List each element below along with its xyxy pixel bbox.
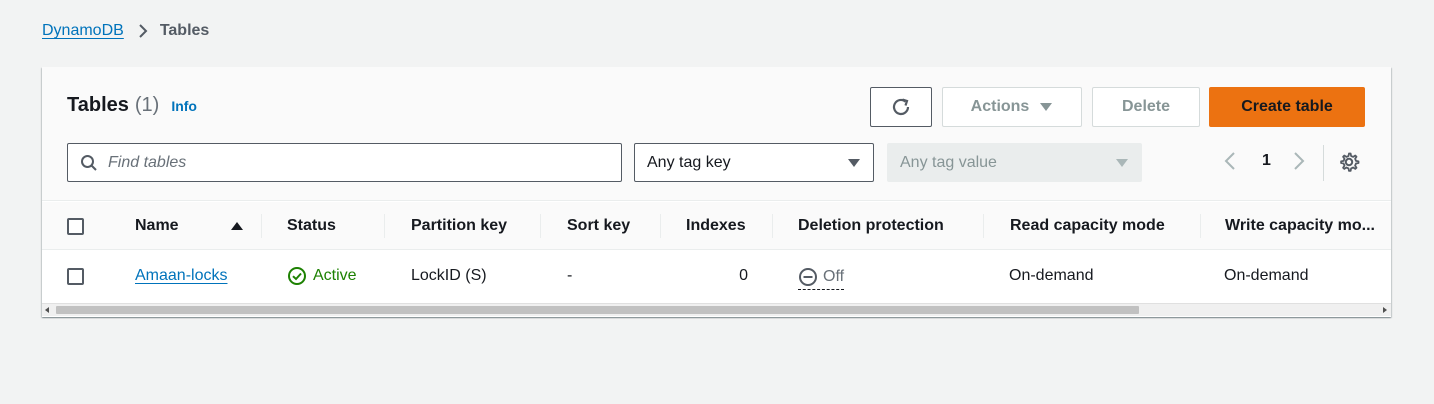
column-header-partition-key[interactable]: Partition key xyxy=(411,202,507,250)
column-divider[interactable] xyxy=(660,214,661,238)
scrollbar-thumb[interactable] xyxy=(56,306,1139,314)
chevron-right-icon xyxy=(138,23,148,39)
create-table-button[interactable]: Create table xyxy=(1209,87,1365,127)
horizontal-scrollbar[interactable] xyxy=(42,303,1391,316)
table-row: Amaan-locks Active LockID (S) - 0 Off On… xyxy=(42,251,1391,301)
column-divider[interactable] xyxy=(540,214,541,238)
breadcrumb-current: Tables xyxy=(159,22,210,39)
column-header-name[interactable]: Name xyxy=(135,202,179,250)
caret-down-icon xyxy=(1039,102,1053,112)
status-badge: Active xyxy=(287,266,357,286)
column-header-indexes[interactable]: Indexes xyxy=(686,202,746,250)
scroll-left-icon[interactable] xyxy=(45,307,49,313)
column-divider[interactable] xyxy=(261,214,262,238)
tag-key-label: Any tag key xyxy=(647,153,731,171)
search-icon xyxy=(80,154,98,172)
column-divider[interactable] xyxy=(983,214,984,238)
actions-label: Actions xyxy=(970,98,1030,115)
write-capacity-cell: On-demand xyxy=(1224,267,1309,284)
title-text: Tables xyxy=(67,94,129,116)
status-cell: Active xyxy=(287,251,357,301)
table-header: Name Status Partition key Sort key Index… xyxy=(42,202,1391,250)
column-header-deletion-protection[interactable]: Deletion protection xyxy=(798,202,944,250)
title-count: (1) xyxy=(134,94,160,116)
divider xyxy=(1323,145,1324,181)
sort-ascending-icon[interactable] xyxy=(230,202,244,250)
column-header-read-capacity-mode[interactable]: Read capacity mode xyxy=(1010,202,1165,250)
tables-panel: Tables (1) Info Actions Delete Create ta… xyxy=(42,67,1391,317)
current-page[interactable]: 1 xyxy=(1262,152,1271,170)
indexes-cell: 0 xyxy=(739,267,748,284)
caret-down-icon xyxy=(847,158,861,168)
column-header-write-capacity-mode[interactable]: Write capacity mo... xyxy=(1225,202,1375,250)
actions-button[interactable]: Actions xyxy=(942,87,1082,127)
sort-key-cell: - xyxy=(567,267,573,284)
search-input[interactable] xyxy=(108,153,588,172)
info-link[interactable]: Info xyxy=(171,98,197,114)
breadcrumb: DynamoDB Tables xyxy=(42,22,209,40)
gear-icon[interactable] xyxy=(1338,151,1360,173)
read-capacity-cell: On-demand xyxy=(1009,267,1094,284)
search-field[interactable] xyxy=(67,143,622,182)
pagination: 1 xyxy=(1220,151,1309,171)
select-all-checkbox[interactable] xyxy=(67,202,84,250)
page-title: Tables (1) Info xyxy=(67,94,197,117)
minus-circle-icon xyxy=(798,267,818,287)
delete-button[interactable]: Delete xyxy=(1092,87,1200,127)
tag-value-select[interactable]: Any tag value xyxy=(887,143,1142,182)
check-circle-icon xyxy=(287,266,307,286)
breadcrumb-dynamodb-link[interactable]: DynamoDB xyxy=(42,22,124,40)
column-divider[interactable] xyxy=(384,214,385,238)
checkbox[interactable] xyxy=(67,217,84,235)
table-name-cell: Amaan-locks xyxy=(135,251,227,301)
row-select[interactable] xyxy=(67,251,84,301)
deletion-protection-cell: Off xyxy=(798,251,845,301)
column-header-status[interactable]: Status xyxy=(287,202,336,250)
column-divider[interactable] xyxy=(1200,214,1201,238)
tag-key-select[interactable]: Any tag key xyxy=(634,143,874,182)
column-header-sort-key[interactable]: Sort key xyxy=(567,202,630,250)
column-label: Name xyxy=(135,217,179,234)
partition-key-cell: LockID (S) xyxy=(411,267,487,284)
column-divider[interactable] xyxy=(772,214,773,238)
chevron-left-icon[interactable] xyxy=(1220,151,1240,171)
checkbox[interactable] xyxy=(67,267,84,285)
scroll-right-icon[interactable] xyxy=(1383,307,1387,313)
panel-header: Tables (1) Info Actions Delete Create ta… xyxy=(42,67,1391,201)
tag-value-label: Any tag value xyxy=(900,153,997,171)
caret-down-icon xyxy=(1115,158,1129,168)
table-name-link[interactable]: Amaan-locks xyxy=(135,267,227,285)
status-text: Active xyxy=(313,267,357,284)
chevron-right-icon[interactable] xyxy=(1289,151,1309,171)
refresh-icon xyxy=(890,96,912,118)
deletion-protection-text: Off xyxy=(823,267,845,285)
refresh-button[interactable] xyxy=(870,87,932,127)
deletion-protection-off[interactable]: Off xyxy=(798,267,845,290)
